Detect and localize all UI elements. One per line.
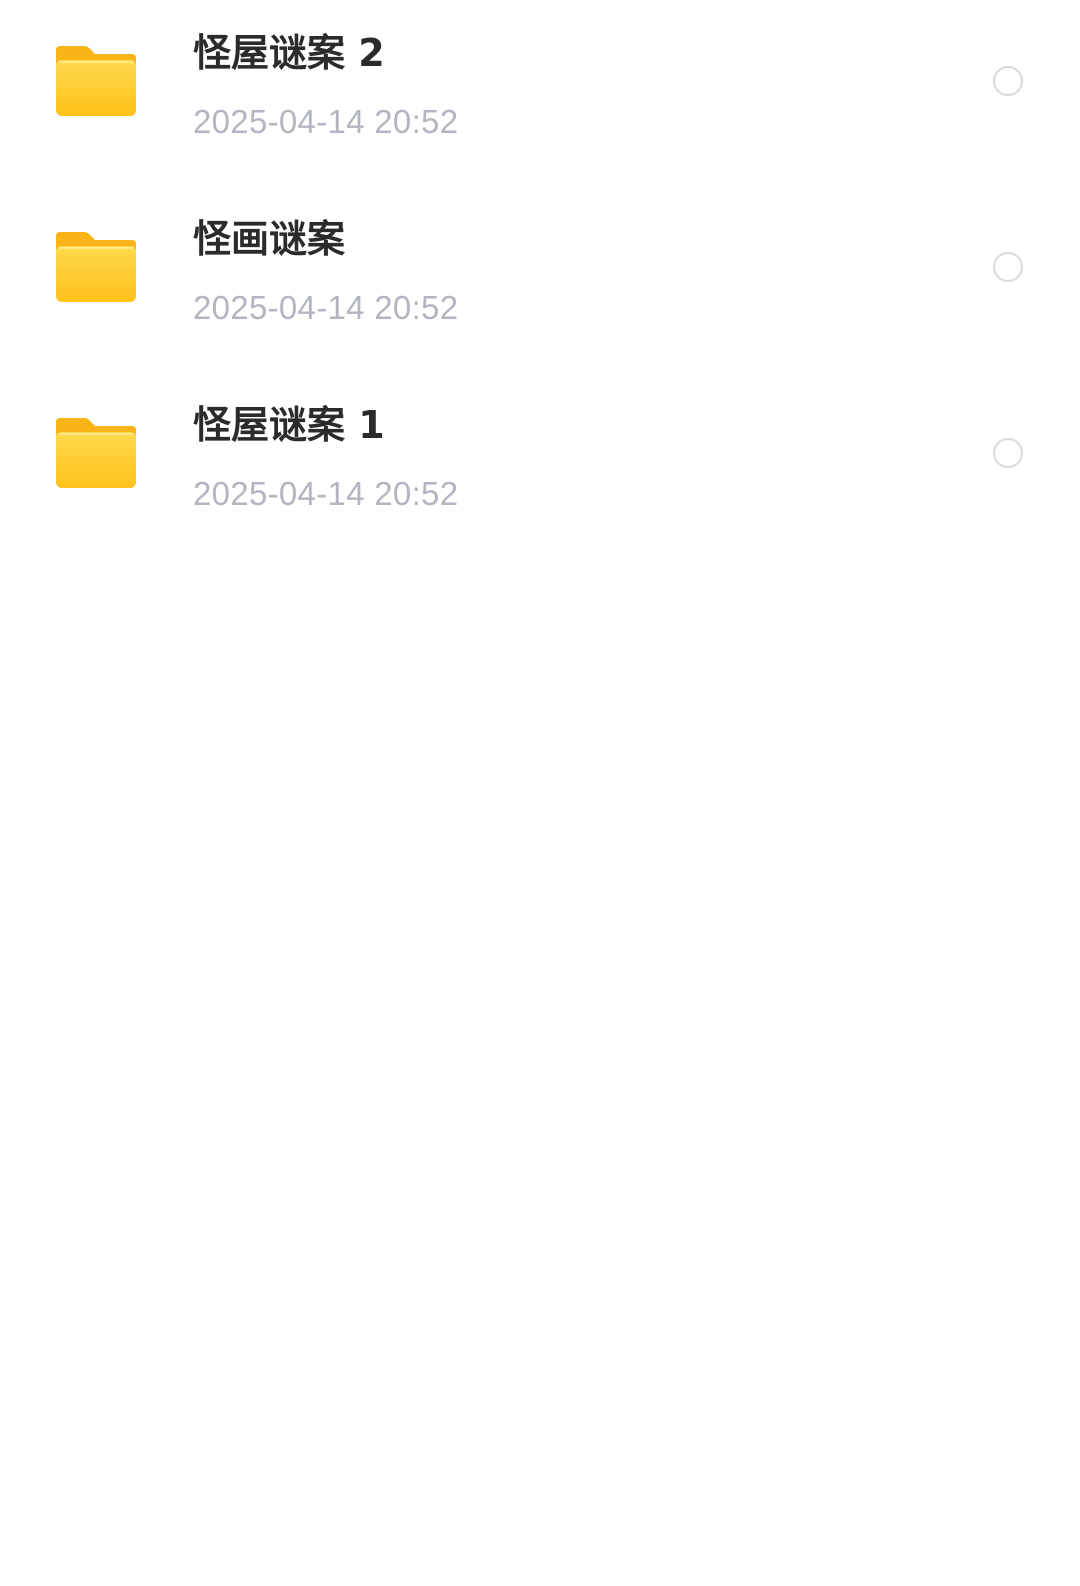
file-name: 怪屋谜案 2 xyxy=(193,31,385,75)
select-checkbox[interactable] xyxy=(993,66,1023,96)
folder-icon xyxy=(54,414,138,490)
folder-icon xyxy=(54,42,138,118)
file-date: 2025-04-14 20:52 xyxy=(193,103,459,140)
select-checkbox[interactable] xyxy=(993,252,1023,282)
file-row[interactable]: 怪屋谜案 1 2025-04-14 20:52 xyxy=(0,372,1080,558)
file-list: 怪屋谜案 2 2025-04-14 20:52 怪画谜案 2025-04-14 … xyxy=(0,0,1080,558)
select-checkbox[interactable] xyxy=(993,438,1023,468)
file-date: 2025-04-14 20:52 xyxy=(193,475,459,512)
file-name: 怪画谜案 xyxy=(193,217,346,261)
file-row[interactable]: 怪屋谜案 2 2025-04-14 20:52 xyxy=(0,0,1080,186)
folder-icon xyxy=(54,228,138,304)
file-row[interactable]: 怪画谜案 2025-04-14 20:52 xyxy=(0,186,1080,372)
file-date: 2025-04-14 20:52 xyxy=(193,289,459,326)
file-name: 怪屋谜案 1 xyxy=(193,403,385,447)
